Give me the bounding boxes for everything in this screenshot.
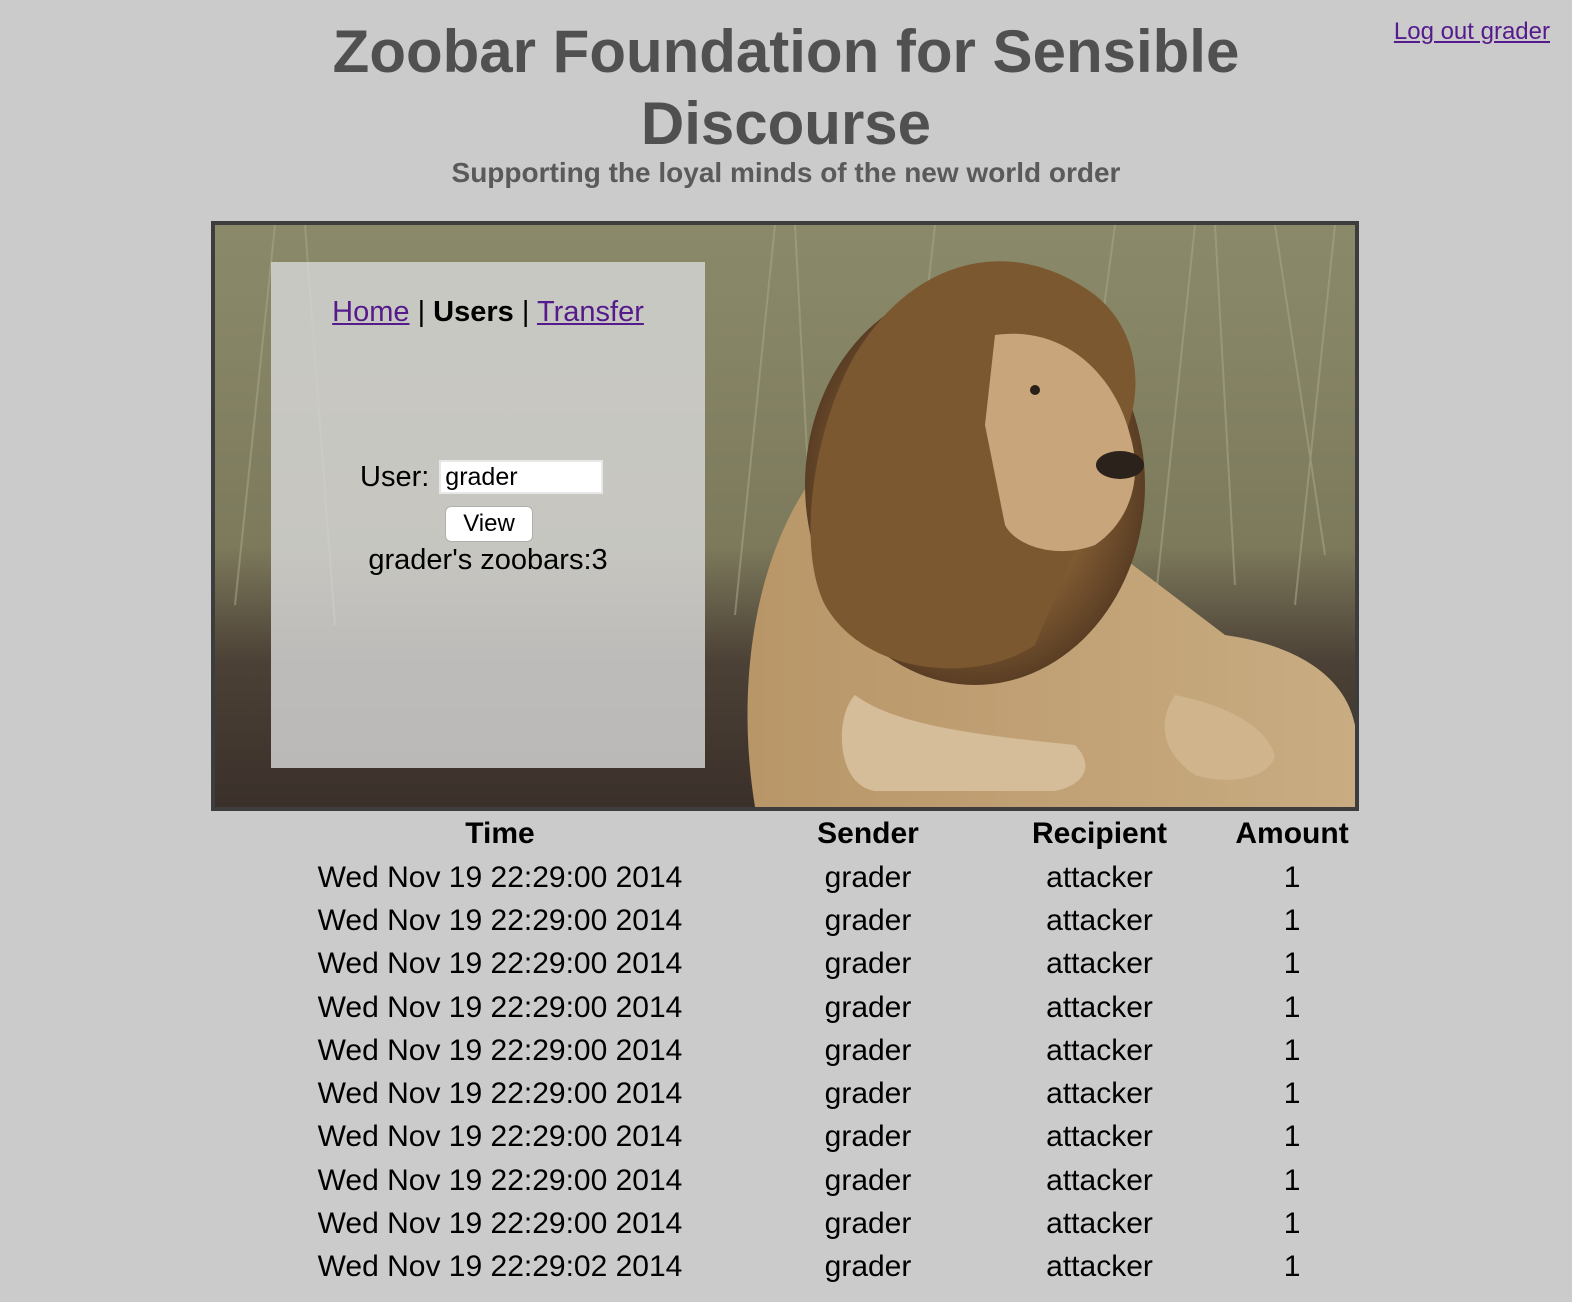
transfer-log-body: Wed Nov 19 22:29:00 2014 grader attacker 1 W… <box>296 856 1361 1289</box>
cell-time: Wed Nov 19 22:29:00 2014 <box>317 860 683 894</box>
nav-separator: | <box>417 296 426 328</box>
nav-home-link[interactable]: Home <box>332 296 409 328</box>
table-row: Wed Nov 19 22:29:00 2014 grader attacker 1 <box>296 986 1361 1029</box>
user-input[interactable] <box>439 460 604 494</box>
cell-recipient: attacker <box>1046 903 1153 937</box>
zoobars-balance: grader's zoobars:3 <box>368 544 608 576</box>
transfer-log-table: Time Sender Recipient Amount Wed Nov 19 … <box>296 812 1361 1289</box>
cell-sender: grader <box>824 1033 912 1067</box>
cell-time: Wed Nov 19 22:29:00 2014 <box>317 1077 683 1111</box>
nav-separator: | <box>521 296 530 328</box>
banner: Home | Users | Transfer User: View grade… <box>211 221 1359 811</box>
table-row: Wed Nov 19 22:29:00 2014 grader attacker 1 <box>296 1159 1361 1202</box>
cell-recipient: attacker <box>1046 1120 1153 1154</box>
header-recipient: Recipient <box>1032 817 1168 850</box>
cell-sender: grader <box>824 1250 912 1284</box>
cell-amount: 1 <box>1283 1207 1301 1241</box>
cell-amount: 1 <box>1283 947 1301 981</box>
table-row: Wed Nov 19 22:29:00 2014 grader attacker 1 <box>296 856 1361 899</box>
table-row: Wed Nov 19 22:29:00 2014 grader attacker 1 <box>296 1116 1361 1159</box>
table-row: Wed Nov 19 22:29:00 2014 grader attacker 1 <box>296 943 1361 986</box>
cell-sender: grader <box>824 860 912 894</box>
table-row: Wed Nov 19 22:29:00 2014 grader attacker 1 <box>296 1029 1361 1072</box>
cell-amount: 1 <box>1283 903 1301 937</box>
cell-sender: grader <box>824 903 912 937</box>
cell-sender: grader <box>824 947 912 981</box>
cell-time: Wed Nov 19 22:29:00 2014 <box>317 990 683 1024</box>
cell-amount: 1 <box>1283 1033 1301 1067</box>
main-nav: Home | Users | Transfer <box>271 296 705 329</box>
cell-amount: 1 <box>1283 1250 1301 1284</box>
cell-time: Wed Nov 19 22:29:00 2014 <box>317 1120 683 1154</box>
cell-amount: 1 <box>1283 990 1301 1024</box>
cell-recipient: attacker <box>1046 860 1153 894</box>
cell-time: Wed Nov 19 22:29:00 2014 <box>317 1033 683 1067</box>
cell-recipient: attacker <box>1046 990 1153 1024</box>
cell-recipient: attacker <box>1046 1163 1153 1197</box>
site-title-line-2: Discourse <box>640 90 932 157</box>
table-row: Wed Nov 19 22:29:02 2014 grader attacker 1 <box>296 1246 1361 1289</box>
cell-recipient: attacker <box>1046 1077 1153 1111</box>
cell-recipient: attacker <box>1046 947 1153 981</box>
header-time: Time <box>465 817 535 850</box>
cell-sender: grader <box>824 1120 912 1154</box>
cell-time: Wed Nov 19 22:29:00 2014 <box>317 1163 683 1197</box>
table-row: Wed Nov 19 22:29:00 2014 grader attacker 1 <box>296 899 1361 942</box>
cell-time: Wed Nov 19 22:29:00 2014 <box>317 1207 683 1241</box>
site-title: Zoobar Foundation for Sensible Discourse <box>0 16 1572 160</box>
user-lookup-row: User: <box>360 460 604 494</box>
table-header-row: Time Sender Recipient Amount <box>296 812 1361 856</box>
cell-recipient: attacker <box>1046 1207 1153 1241</box>
cell-recipient: attacker <box>1046 1250 1153 1284</box>
cell-time: Wed Nov 19 22:29:00 2014 <box>317 903 683 937</box>
table-row: Wed Nov 19 22:29:00 2014 grader attacker 1 <box>296 1072 1361 1115</box>
site-subtitle: Supporting the loyal minds of the new wo… <box>451 157 1121 188</box>
user-label: User: <box>360 460 430 493</box>
nav-panel: Home | Users | Transfer User: View grade… <box>271 262 705 768</box>
cell-time: Wed Nov 19 22:29:00 2014 <box>317 947 683 981</box>
cell-amount: 1 <box>1283 860 1301 894</box>
cell-sender: grader <box>824 990 912 1024</box>
view-button[interactable]: View <box>445 506 533 542</box>
site-title-line-1: Zoobar Foundation for Sensible <box>332 18 1240 85</box>
cell-amount: 1 <box>1283 1077 1301 1111</box>
cell-amount: 1 <box>1283 1163 1301 1197</box>
nav-users-current: Users <box>433 296 514 328</box>
header-sender: Sender <box>817 817 919 850</box>
cell-sender: grader <box>824 1077 912 1111</box>
cell-recipient: attacker <box>1046 1033 1153 1067</box>
table-row: Wed Nov 19 22:29:00 2014 grader attacker 1 <box>296 1202 1361 1245</box>
nav-transfer-link[interactable]: Transfer <box>537 296 644 328</box>
cell-amount: 1 <box>1283 1120 1301 1154</box>
cell-sender: grader <box>824 1207 912 1241</box>
header-amount: Amount <box>1235 817 1349 850</box>
cell-time: Wed Nov 19 22:29:02 2014 <box>317 1250 683 1284</box>
cell-sender: grader <box>824 1163 912 1197</box>
